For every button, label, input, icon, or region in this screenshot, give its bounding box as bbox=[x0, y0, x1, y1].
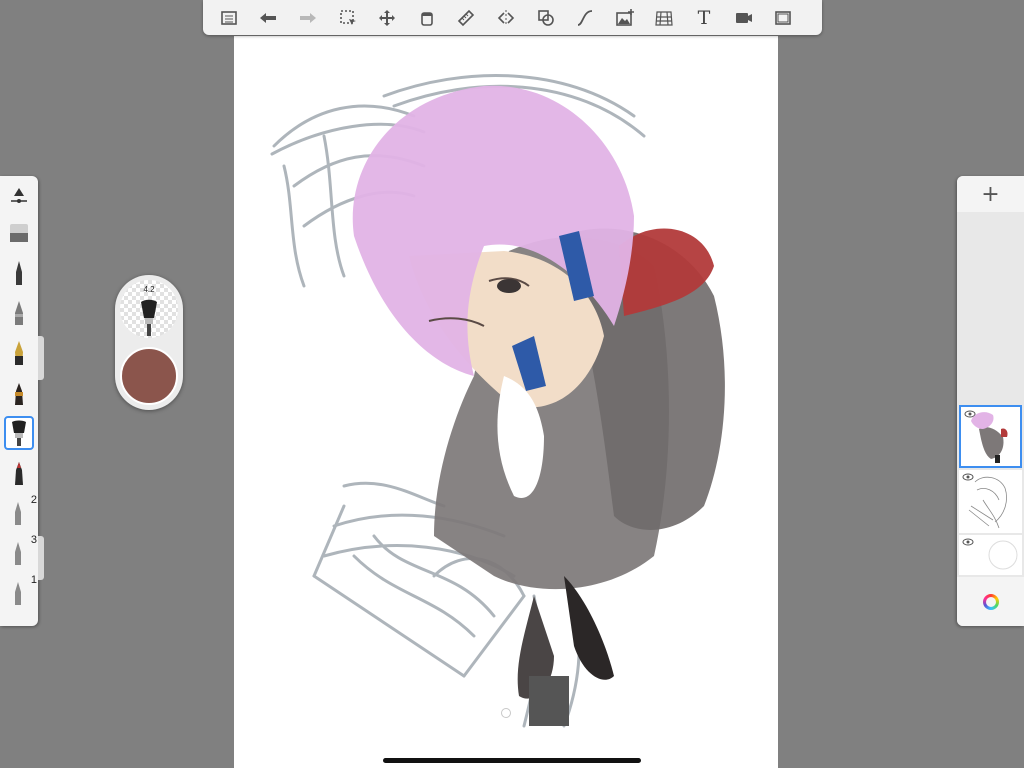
fullscreen-icon[interactable] bbox=[763, 0, 803, 35]
custom-brush-2-icon[interactable]: 2 bbox=[4, 494, 37, 530]
home-indicator[interactable] bbox=[383, 758, 641, 763]
airbrush-brush-icon[interactable] bbox=[4, 456, 34, 490]
undo-arrow-icon[interactable] bbox=[249, 0, 289, 35]
palette-drag-tab[interactable] bbox=[38, 336, 44, 380]
layer-preview bbox=[971, 412, 1008, 463]
layer-preview bbox=[968, 476, 1007, 529]
paint-bucket-icon[interactable] bbox=[407, 0, 447, 35]
brush-color-swatch[interactable] bbox=[120, 347, 178, 405]
top-toolbar: T bbox=[203, 0, 822, 35]
color-wheel-icon bbox=[982, 593, 999, 610]
shapes-icon[interactable] bbox=[526, 0, 566, 35]
ruler-icon[interactable] bbox=[447, 0, 487, 35]
brush-settings-icon[interactable] bbox=[4, 180, 34, 214]
perspective-grid-icon[interactable] bbox=[645, 0, 685, 35]
move-arrows-icon[interactable] bbox=[367, 0, 407, 35]
video-camera-icon[interactable] bbox=[724, 0, 764, 35]
brush-palette: 2 3 1 bbox=[0, 176, 44, 626]
selection-tool-icon[interactable] bbox=[328, 0, 368, 35]
paint-brush-icon bbox=[141, 299, 157, 336]
artwork bbox=[270, 74, 725, 728]
symmetry-icon[interactable] bbox=[486, 0, 526, 35]
text-tool-icon[interactable]: T bbox=[684, 0, 724, 35]
layer-thumb-background[interactable] bbox=[959, 535, 1022, 575]
image-add-icon[interactable] bbox=[605, 0, 645, 35]
add-layer-label: + bbox=[981, 181, 1000, 207]
brush-number: 3 bbox=[30, 534, 37, 546]
paint-brush-icon[interactable] bbox=[4, 416, 34, 450]
drawing-canvas[interactable] bbox=[234, 36, 778, 768]
palette-drag-tab[interactable] bbox=[38, 536, 44, 580]
eraser-icon[interactable] bbox=[4, 216, 34, 250]
curve-stroke-icon[interactable] bbox=[565, 0, 605, 35]
layer-thumb-sketch[interactable] bbox=[959, 470, 1022, 533]
ballpoint-brush-icon[interactable] bbox=[4, 296, 34, 330]
brush-number: 2 bbox=[30, 494, 37, 506]
layer-thumb-color[interactable] bbox=[959, 405, 1022, 468]
canvas-rotate-handle[interactable] bbox=[501, 708, 511, 718]
custom-brush-1-icon[interactable]: 1 bbox=[4, 574, 37, 610]
layer-panel: + bbox=[957, 176, 1024, 626]
brush-size-control[interactable]: 4.2 bbox=[120, 280, 178, 338]
fountain-pen-brush-icon[interactable] bbox=[4, 336, 34, 370]
color-picker-button[interactable] bbox=[957, 577, 1024, 626]
redo-arrow-icon[interactable] bbox=[288, 0, 328, 35]
brush-size-value: 4.2 bbox=[143, 285, 155, 294]
background-color-icon bbox=[988, 540, 1018, 570]
pencil-brush-icon[interactable] bbox=[4, 256, 34, 290]
brush-puck[interactable]: 4.2 bbox=[115, 275, 183, 410]
menu-list-icon[interactable] bbox=[209, 0, 249, 35]
add-layer-button[interactable]: + bbox=[957, 176, 1024, 212]
marker-brush-icon[interactable] bbox=[4, 376, 34, 410]
brush-number: 1 bbox=[30, 574, 37, 586]
text-tool-label: T bbox=[697, 6, 711, 29]
custom-brush-3-icon[interactable]: 3 bbox=[4, 534, 37, 570]
